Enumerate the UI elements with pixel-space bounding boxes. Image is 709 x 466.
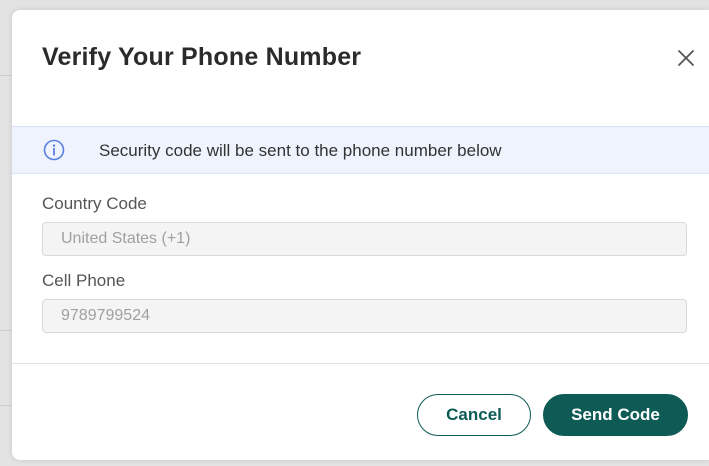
backdrop-line (0, 330, 12, 331)
cell-phone-label: Cell Phone (42, 271, 126, 290)
backdrop-line (0, 75, 12, 76)
footer-divider (12, 363, 709, 364)
backdrop-line (0, 405, 12, 406)
info-icon (43, 139, 65, 161)
cancel-button[interactable]: Cancel (417, 394, 531, 436)
verify-phone-dialog: Verify Your Phone Number Security code w… (12, 10, 709, 460)
country-code-field[interactable] (42, 222, 687, 256)
dialog-title: Verify Your Phone Number (42, 43, 362, 71)
close-icon (678, 50, 694, 66)
info-banner: Security code will be sent to the phone … (12, 126, 709, 174)
close-button[interactable] (674, 46, 698, 70)
cell-phone-field[interactable] (42, 299, 687, 333)
info-banner-text: Security code will be sent to the phone … (99, 141, 502, 160)
country-code-label: Country Code (42, 194, 147, 213)
send-code-button[interactable]: Send Code (543, 394, 688, 436)
